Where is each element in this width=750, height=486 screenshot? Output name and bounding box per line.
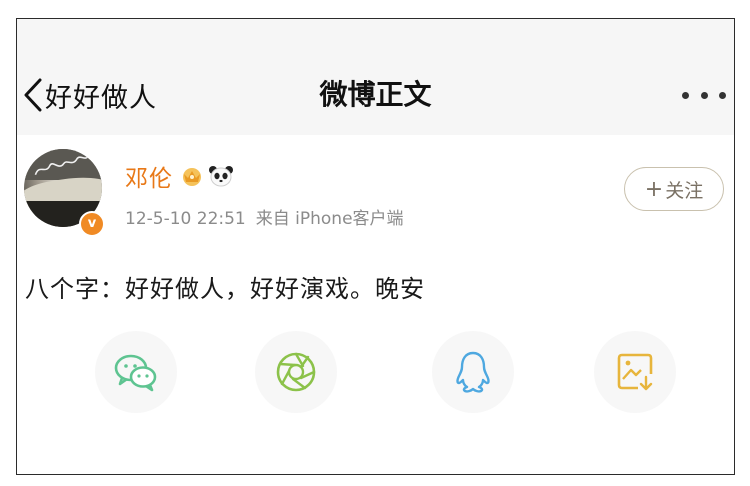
follow-label: 关注 bbox=[665, 179, 704, 202]
more-dot-icon bbox=[682, 91, 689, 99]
crown-badge-icon bbox=[183, 168, 201, 186]
post-source: 来自 iPhone客户端 bbox=[255, 209, 404, 229]
save-image-icon bbox=[617, 353, 653, 391]
wechat-icon bbox=[114, 354, 157, 392]
post-text: 八个字：好好做人，好好演戏。晚安 bbox=[25, 275, 425, 303]
share-moments-button[interactable] bbox=[255, 331, 337, 413]
plus-icon: + bbox=[644, 176, 664, 202]
nav-bar: 好好做人 微博正文 bbox=[17, 19, 734, 135]
post-meta: 12-5-10 22:51 来自 iPhone客户端 bbox=[125, 204, 404, 229]
moments-icon bbox=[276, 352, 316, 392]
verified-badge: v bbox=[79, 211, 105, 237]
post-card: v 邓伦 12-5-10 22:51 来自 iPhone客户端 + 关注 八个字… bbox=[17, 135, 734, 474]
save-image-button[interactable] bbox=[594, 331, 676, 413]
share-wechat-button[interactable] bbox=[95, 331, 177, 413]
panda-badge-icon bbox=[209, 166, 233, 187]
follow-button[interactable]: + 关注 bbox=[624, 167, 724, 211]
author-name[interactable]: 邓伦 bbox=[125, 159, 173, 193]
screenshot-frame: 好好做人 微博正文 v 邓伦 12-5-10 22:51 来自 iPhone客户… bbox=[16, 18, 735, 475]
share-row bbox=[17, 331, 734, 421]
more-dot-icon bbox=[719, 91, 726, 99]
share-qq-button[interactable] bbox=[432, 331, 514, 413]
more-options-button[interactable] bbox=[682, 85, 726, 105]
page-title: 微博正文 bbox=[319, 78, 432, 111]
post-time: 12-5-10 22:51 bbox=[125, 209, 246, 229]
qq-icon bbox=[456, 351, 490, 393]
more-dot-icon bbox=[700, 91, 708, 99]
author-row: 邓伦 bbox=[125, 159, 234, 193]
